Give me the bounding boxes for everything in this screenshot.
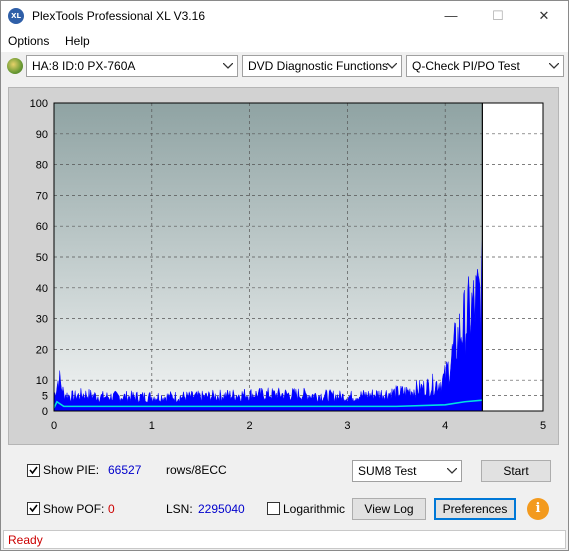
show-pie-label: Show PIE:	[43, 463, 100, 477]
window-title: PlexTools Professional XL V3.16	[32, 9, 205, 23]
show-pie-checkbox[interactable]	[27, 464, 40, 477]
x-tick-label: 0	[51, 420, 57, 432]
close-button[interactable]: ✕	[521, 1, 567, 31]
x-tick-label: 4	[442, 420, 448, 432]
y-tick-label: 50	[36, 252, 48, 264]
checkmark-icon	[29, 504, 38, 513]
lsn-label: LSN:	[166, 502, 193, 516]
info-icon[interactable]: i	[527, 498, 549, 520]
y-tick-label: 90	[36, 129, 48, 141]
y-tick-label: 5	[42, 391, 48, 403]
drive-disc-icon	[7, 58, 23, 74]
menu-bar: Options Help	[1, 31, 568, 52]
rows-label: rows/8ECC	[166, 463, 227, 477]
y-tick-label: 10	[36, 375, 48, 387]
lsn-value: 2295040	[198, 502, 245, 516]
y-tick-label: 20	[36, 344, 48, 356]
toolbar: HA:8 ID:0 PX-760A DVD Diagnostic Functio…	[1, 53, 568, 81]
minimize-button[interactable]: —	[428, 1, 474, 31]
chevron-down-icon	[549, 56, 559, 76]
pie-value: 66527	[108, 463, 142, 477]
x-tick-label: 5	[540, 420, 546, 432]
pi-po-chart: 0 5 10 20 30 40 50 60 70 80 90 100 0 1 2 3 4 5	[30, 98, 546, 432]
chevron-down-icon	[387, 56, 397, 76]
y-tick-label: 100	[30, 98, 48, 110]
plextools-app-icon: XL	[8, 8, 24, 24]
test-select[interactable]: Q-Check PI/PO Test	[406, 55, 564, 77]
x-tick-label: 3	[344, 420, 350, 432]
logarithmic-checkbox[interactable]	[267, 502, 280, 515]
y-tick-label: 80	[36, 160, 48, 172]
status-text: Ready	[8, 533, 43, 547]
start-button[interactable]: Start	[481, 460, 551, 482]
y-tick-label: 0	[42, 406, 48, 418]
title-bar: XL PlexTools Professional XL V3.16 — ☐ ✕	[1, 1, 568, 31]
test-select-value: Q-Check PI/PO Test	[412, 59, 520, 73]
controls-panel: Show PIE: 66527 rows/8ECC Show POF: 0 LS…	[8, 453, 559, 529]
show-pof-checkbox[interactable]	[27, 502, 40, 515]
preferences-button[interactable]: Preferences	[434, 498, 516, 520]
maximize-button[interactable]: ☐	[475, 1, 521, 31]
view-log-button[interactable]: View Log	[352, 498, 426, 520]
pof-value: 0	[108, 502, 115, 516]
function-select-value: DVD Diagnostic Functions	[248, 59, 389, 73]
y-tick-label: 40	[36, 283, 48, 295]
y-tick-label: 70	[36, 190, 48, 202]
x-tick-label: 2	[247, 420, 253, 432]
sum-test-select-value: SUM8 Test	[358, 464, 417, 478]
menu-help[interactable]: Help	[65, 34, 90, 48]
function-select[interactable]: DVD Diagnostic Functions	[242, 55, 402, 77]
show-pof-label: Show POF:	[43, 502, 105, 516]
app-window: XL PlexTools Professional XL V3.16 — ☐ ✕…	[0, 0, 569, 551]
drive-select-value: HA:8 ID:0 PX-760A	[32, 59, 136, 73]
y-tick-label: 60	[36, 221, 48, 233]
status-bar: Ready	[3, 530, 566, 549]
x-tick-label: 1	[149, 420, 155, 432]
checkmark-icon	[29, 466, 38, 475]
chevron-down-icon	[447, 461, 457, 481]
pi-po-chart-panel: 0 5 10 20 30 40 50 60 70 80 90 100 0 1 2 3 4 5	[8, 87, 559, 445]
drive-select[interactable]: HA:8 ID:0 PX-760A	[26, 55, 238, 77]
menu-options[interactable]: Options	[8, 34, 49, 48]
chevron-down-icon	[223, 56, 233, 76]
y-tick-label: 30	[36, 314, 48, 326]
sum-test-select[interactable]: SUM8 Test	[352, 460, 462, 482]
logarithmic-label: Logarithmic	[283, 502, 346, 516]
